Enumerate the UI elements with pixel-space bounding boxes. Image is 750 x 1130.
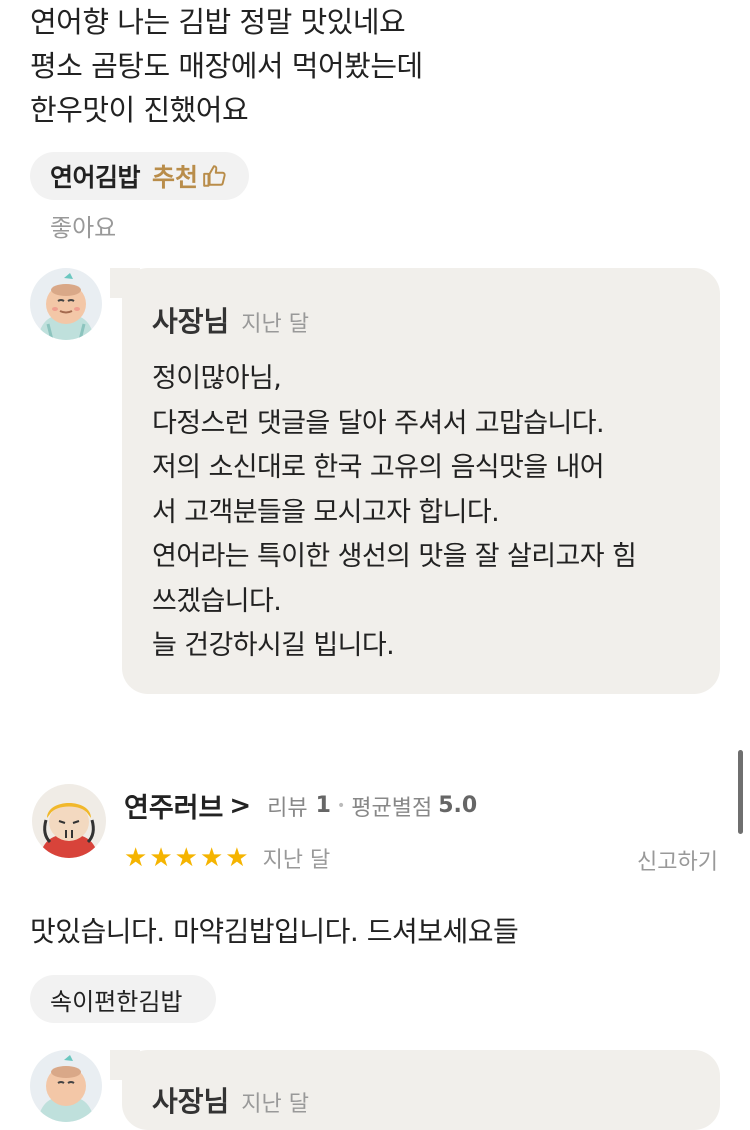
menu-tag-chip[interactable]: 연어김밥 추천 [30,152,249,200]
owner-avatar [30,268,102,340]
thumbs-up-icon [203,165,226,187]
reviewer-name[interactable]: 연주러브 [124,786,223,825]
review-text: 맛있습니다. 마약김밥입니다. 드셔보세요들 [30,915,519,948]
owner-name: 사장님 [152,1085,230,1118]
owner-reply-bubble: 사장님 지난 달 [122,1050,720,1130]
reply-line: 늘 건강하시길 빕니다. [152,630,395,661]
reply-date: 지난 달 [241,1092,309,1117]
separator-dot: • [336,797,346,814]
owner-reply-header: 사장님 지난 달 [152,1080,309,1120]
reply-line: 연어라는 특이한 생선의 맛을 잘 살리고자 힘 [152,541,637,572]
like-label[interactable]: 좋아요 [50,208,116,243]
star-rating: ★ ★ ★ ★ ★ [124,845,249,871]
reply-line: 다정스런 댓글을 달아 주셔서 고맙습니다. [152,407,605,439]
owner-reply-bubble: 사장님 지난 달 정이많아님, 다정스런 댓글을 달아 주셔서 고맙습니다. 저… [122,268,720,694]
star-icon: ★ [149,843,173,873]
reply-date: 지난 달 [241,312,309,337]
reply-line: 정이많아님, [152,363,282,394]
menu-tag-label: 속이편한김밥 [50,987,183,1016]
review-line: 평소 곰탕도 매장에서 먹어봤는데 [30,49,423,83]
reply-line: 쓰겠습니다. [152,585,282,617]
review-count: 1 [315,793,331,818]
owner-avatar [30,1050,102,1122]
review-count-label: 리뷰 [267,795,308,821]
scrollbar[interactable] [738,750,743,834]
menu-tag-label: 연어김밥 [50,163,141,192]
review-line: 한우맛이 진했어요 [30,93,249,127]
avg-rating-value: 5.0 [438,793,478,818]
reply-line: 서 고객분들을 모시고자 합니다. [152,496,500,528]
rating-row: ★ ★ ★ ★ ★ 지난 달 [124,842,330,874]
review-date: 지난 달 [262,848,331,873]
chevron-right-icon[interactable]: > [229,791,251,821]
star-icon: ★ [174,843,198,873]
review-line: 연어향 나는 김밥 정말 맛있네요 [30,5,406,39]
star-icon: ★ [199,843,224,873]
star-icon: ★ [124,843,148,873]
owner-reply-text: 정이많아님, 다정스런 댓글을 달아 주셔서 고맙습니다. 저의 소신대로 한국… [152,357,637,669]
reply-line: 저의 소신대로 한국 고유의 음식맛을 내어 [152,452,605,483]
menu-tag-chip[interactable]: 속이편한김밥 [30,975,216,1023]
star-icon: ★ [225,843,249,873]
recommend-label: 추천 [152,163,199,192]
owner-reply-header: 사장님 지난 달 [152,300,309,340]
avg-rating-label: 평균별점 [351,795,433,821]
owner-name: 사장님 [152,305,230,338]
reviewer-info: 연주러브 > 리뷰 1 • 평균별점 5.0 [124,786,477,825]
reviewer-avatar[interactable] [32,784,106,858]
review-text: 연어향 나는 김밥 정말 맛있네요 평소 곰탕도 매장에서 먹어봤는데 한우맛이… [30,0,423,132]
report-button[interactable]: 신고하기 [637,844,718,876]
